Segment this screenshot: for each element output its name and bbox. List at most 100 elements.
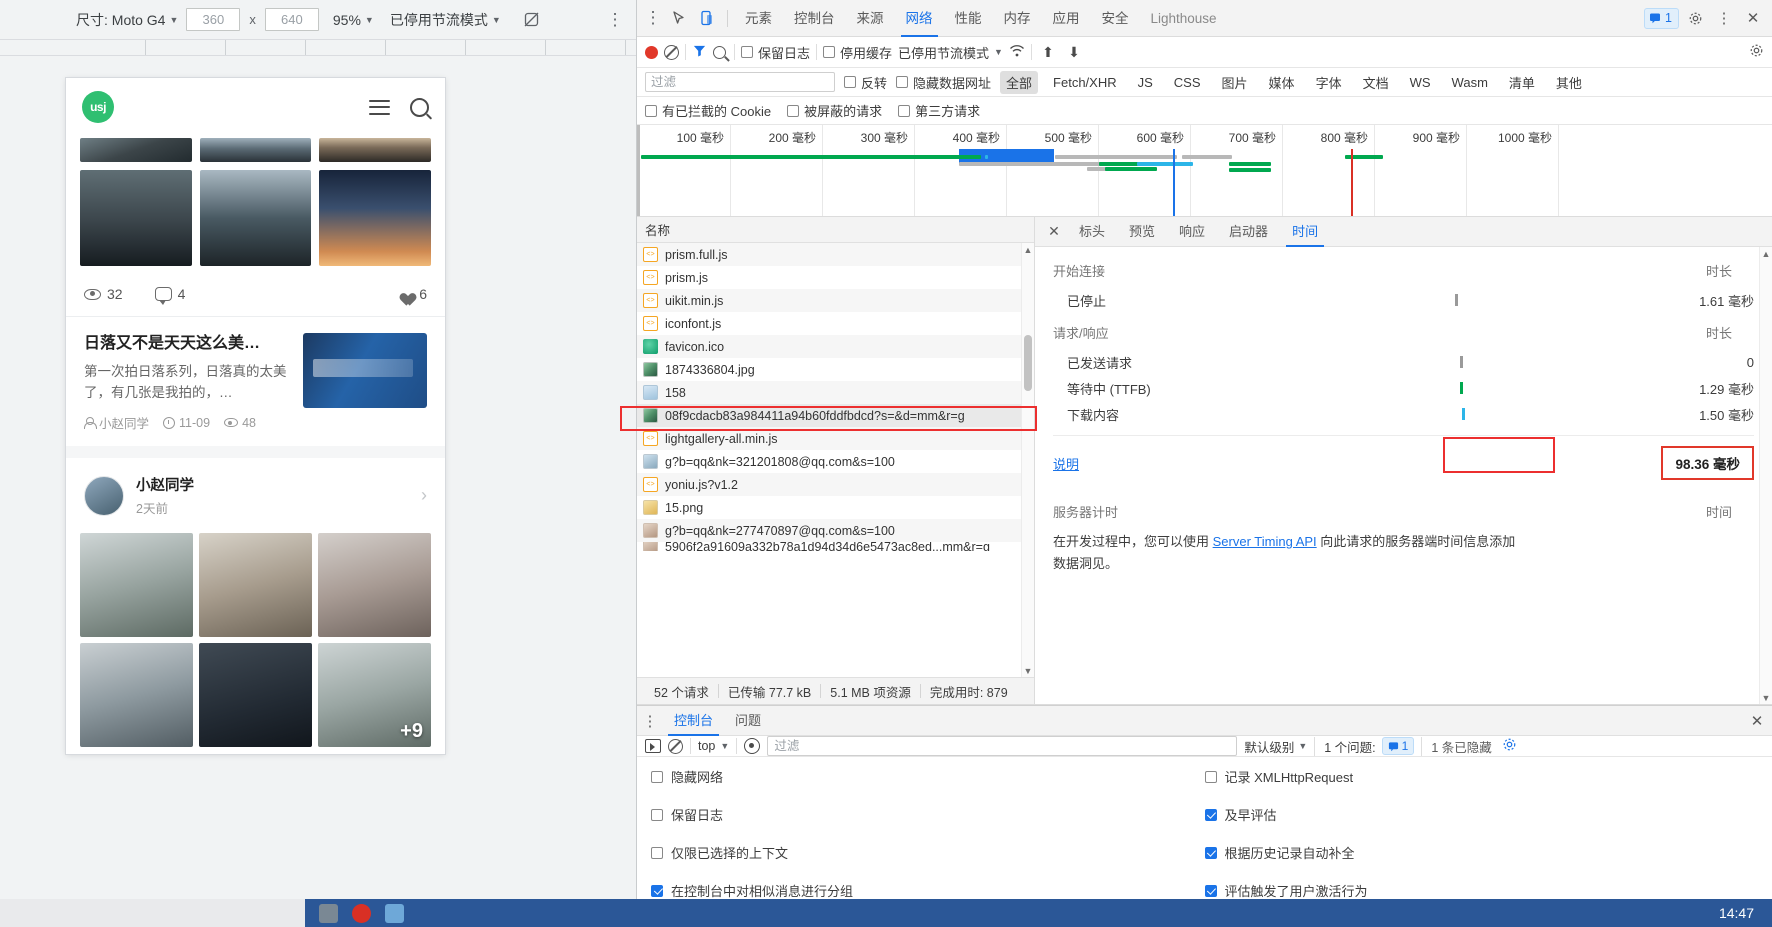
user-row[interactable]: 小赵同学 2天前 › <box>66 458 445 533</box>
record-stop-icon[interactable] <box>645 45 658 59</box>
log-level-selector[interactable]: 默认级别 ▼ <box>1244 737 1307 756</box>
network-overview-timeline[interactable]: 100 毫秒 200 毫秒 300 毫秒 400 毫秒 500 毫秒 600 毫… <box>637 125 1772 217</box>
explanation-link[interactable]: 说明 <box>1053 454 1079 473</box>
tab-elements[interactable]: 元素 <box>734 0 783 37</box>
table-row[interactable]: yoniu.js?v1.2 <box>637 473 1034 496</box>
tab-performance[interactable]: 性能 <box>944 0 993 37</box>
resource-type-wasm[interactable]: Wasm <box>1446 73 1494 92</box>
tab-timing[interactable]: 时间 <box>1280 217 1330 247</box>
checkbox[interactable] <box>898 104 911 117</box>
table-row[interactable]: prism.js <box>637 266 1034 289</box>
scroll-down-icon[interactable]: ▼ <box>1760 691 1772 704</box>
table-row[interactable]: prism.full.js <box>637 243 1034 266</box>
network-settings-gear-icon[interactable] <box>1749 43 1764 61</box>
request-list-scrollbar[interactable]: ▲ ▼ <box>1021 243 1034 677</box>
third-party-checkbox[interactable]: 第三方请求 <box>898 101 980 120</box>
site-logo[interactable]: usj <box>82 91 114 123</box>
hide-data-urls-checkbox[interactable]: 隐藏数据网址 <box>896 73 991 92</box>
toggle-device-toolbar-icon[interactable] <box>693 5 721 31</box>
invert-checkbox[interactable]: 反转 <box>844 73 887 92</box>
server-timing-api-link[interactable]: Server Timing API <box>1213 534 1317 549</box>
tab-issues[interactable]: 问题 <box>724 706 772 736</box>
taskbar-icon[interactable] <box>385 903 404 923</box>
tab-security[interactable]: 安全 <box>1091 0 1140 37</box>
scrollbar-thumb[interactable] <box>1024 335 1032 391</box>
device-height-input[interactable]: 640 <box>264 8 319 31</box>
scroll-up-icon[interactable]: ▲ <box>1760 247 1772 260</box>
kebab-menu-icon[interactable]: ⋮ <box>1711 5 1737 31</box>
resource-type-ws[interactable]: WS <box>1404 73 1437 92</box>
taskbar-icon[interactable] <box>352 903 371 923</box>
clear-icon[interactable] <box>664 44 679 60</box>
table-row[interactable]: 158 <box>637 381 1034 404</box>
request-list[interactable]: prism.full.js prism.js uikit.min.js icon… <box>637 243 1034 677</box>
tab-sources[interactable]: 来源 <box>846 0 895 37</box>
photo-thumbnail[interactable] <box>80 138 192 162</box>
issues-badge[interactable]: 1 <box>1381 737 1415 755</box>
request-list-header[interactable]: 名称 <box>637 217 1034 243</box>
photo-thumbnail[interactable] <box>199 138 312 162</box>
avatar[interactable] <box>84 475 124 516</box>
tab-console[interactable]: 控制台 <box>783 0 846 37</box>
kebab-menu-icon[interactable]: ⋮ <box>637 712 663 730</box>
filter-input[interactable]: 过滤 <box>645 72 835 92</box>
setting-log-xhr[interactable]: 记录 XMLHttpRequest <box>1204 767 1759 786</box>
detail-scrollbar[interactable]: ▲ ▼ <box>1759 247 1772 704</box>
tab-lighthouse[interactable]: Lighthouse <box>1140 0 1228 37</box>
gear-icon[interactable] <box>1682 5 1708 31</box>
tab-initiator[interactable]: 启动器 <box>1217 217 1280 247</box>
setting-preserve-log[interactable]: 保留日志 <box>651 805 1205 824</box>
tab-response[interactable]: 响应 <box>1167 217 1217 247</box>
checkbox[interactable] <box>1204 846 1217 859</box>
device-more-options-icon[interactable]: ⋮ <box>602 7 628 33</box>
close-icon[interactable]: ✕ <box>1742 712 1772 730</box>
export-har-icon[interactable]: ⬇ <box>1064 44 1084 61</box>
clear-console-icon[interactable] <box>668 738 683 754</box>
resource-type-doc[interactable]: 文档 <box>1357 71 1395 94</box>
console-settings-gear-icon[interactable] <box>1499 737 1521 756</box>
checkbox[interactable] <box>1204 770 1217 783</box>
checkbox[interactable] <box>645 104 657 117</box>
resource-type-manifest[interactable]: 清单 <box>1503 71 1541 94</box>
table-row[interactable]: lightgallery-all.min.js <box>637 427 1034 450</box>
grid-photo[interactable] <box>317 533 431 638</box>
console-filter-input[interactable]: 过滤 <box>767 736 1238 756</box>
device-size-selector[interactable]: 尺寸: Moto G4 ▼ <box>68 10 186 30</box>
resource-type-font[interactable]: 字体 <box>1310 71 1348 94</box>
table-row[interactable]: favicon.ico <box>637 335 1034 358</box>
checkbox[interactable] <box>651 770 663 783</box>
tab-memory[interactable]: 内存 <box>993 0 1042 37</box>
table-row[interactable]: g?b=qq&nk=321201808@qq.com&s=100 <box>637 450 1034 473</box>
device-width-input[interactable]: 360 <box>186 8 241 31</box>
photo-thumbnail[interactable] <box>319 170 432 266</box>
setting-eager-eval[interactable]: 及早评估 <box>1204 805 1759 824</box>
checkbox[interactable] <box>741 46 753 58</box>
disable-cache-checkbox[interactable]: 停用缓存 <box>823 43 892 62</box>
issues-shortcut[interactable]: 1 个问题: 1 <box>1314 736 1415 756</box>
context-selector[interactable]: top ▼ <box>698 739 729 753</box>
grid-photo[interactable] <box>198 643 312 748</box>
table-row[interactable]: 1874336804.jpg <box>637 358 1034 381</box>
checkbox[interactable] <box>651 884 663 897</box>
tab-headers[interactable]: 标头 <box>1067 217 1117 247</box>
table-row[interactable]: uikit.min.js <box>637 289 1034 312</box>
setting-hide-network[interactable]: 隐藏网络 <box>651 767 1205 786</box>
issues-badge[interactable]: 1 <box>1644 7 1679 29</box>
blocked-cookies-checkbox[interactable]: 有已拦截的 Cookie <box>645 101 771 120</box>
resource-type-media[interactable]: 媒体 <box>1263 71 1301 94</box>
setting-autocomplete-history[interactable]: 根据历史记录自动补全 <box>1204 843 1759 862</box>
close-icon[interactable]: ✕ <box>1740 5 1766 31</box>
table-row[interactable]: 15.png <box>637 496 1034 519</box>
table-row[interactable]: iconfont.js <box>637 312 1034 335</box>
scroll-up-icon[interactable]: ▲ <box>1022 243 1034 256</box>
throttling-selector[interactable]: 已停用节流模式 ▼ <box>382 10 509 30</box>
tab-network[interactable]: 网络 <box>895 0 944 37</box>
tab-application[interactable]: 应用 <box>1042 0 1091 37</box>
like-count[interactable]: 6 <box>396 286 427 302</box>
post-card[interactable]: 日落又不是天天这么美… 第一次拍日落系列，日落真的太美了，有几张是我拍的，… 小… <box>66 317 445 446</box>
rotate-icon[interactable] <box>521 9 543 31</box>
checkbox[interactable] <box>1204 808 1217 821</box>
setting-selected-context-only[interactable]: 仅限已选择的上下文 <box>651 843 1205 862</box>
checkbox[interactable] <box>823 46 836 58</box>
resource-type-img[interactable]: 图片 <box>1216 71 1254 94</box>
